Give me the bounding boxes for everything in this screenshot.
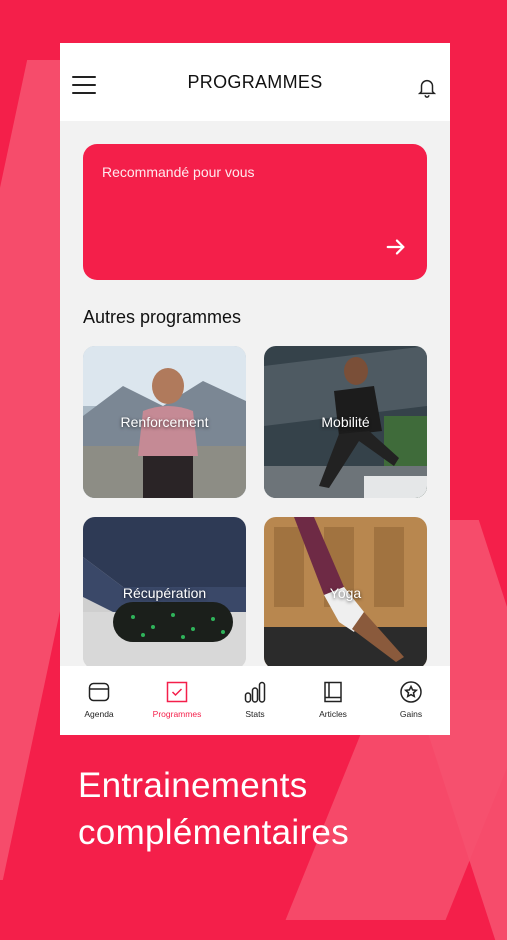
- hamburger-menu-icon[interactable]: [72, 76, 96, 94]
- tab-gains[interactable]: Gains: [372, 666, 450, 735]
- calendar-icon: [88, 682, 110, 702]
- star-badge-icon: [400, 681, 422, 703]
- promo-line-1: Entrainements: [78, 766, 308, 805]
- program-card-mobilite[interactable]: Mobilité: [264, 346, 427, 498]
- tab-stats[interactable]: Stats: [216, 666, 294, 735]
- tab-label: Stats: [245, 709, 265, 719]
- program-card-recuperation[interactable]: Récupération: [83, 517, 246, 669]
- promo-line-2: complémentaires: [78, 813, 349, 852]
- bell-icon[interactable]: [416, 75, 438, 99]
- tab-label: Agenda: [84, 709, 114, 719]
- program-card-renforcement[interactable]: Renforcement: [83, 346, 246, 498]
- tab-articles[interactable]: Articles: [294, 666, 372, 735]
- program-label: Renforcement: [120, 414, 209, 430]
- program-label: Yoga: [329, 585, 362, 601]
- arrow-right-icon: [386, 239, 405, 255]
- tab-programmes[interactable]: Programmes: [138, 666, 216, 735]
- top-bar: PROGRAMMES: [60, 43, 450, 121]
- tab-agenda[interactable]: Agenda: [60, 666, 138, 735]
- tab-label: Gains: [399, 709, 423, 719]
- recommended-card[interactable]: Recommandé pour vous: [83, 144, 427, 280]
- phone-screen: PROGRAMMES Recommandé pour vous Autres p…: [60, 43, 450, 735]
- program-label: Récupération: [122, 585, 207, 601]
- tab-label: Programmes: [152, 709, 202, 719]
- tab-label: Articles: [319, 709, 347, 719]
- bottom-tab-bar: Agenda Programmes Stats Articles Gains: [60, 666, 450, 735]
- page-title: PROGRAMMES: [187, 71, 323, 92]
- program-label: Mobilité: [321, 414, 370, 430]
- section-title: Autres programmes: [83, 307, 242, 327]
- recommended-label: Recommandé pour vous: [102, 164, 255, 180]
- program-card-yoga[interactable]: Yoga: [264, 517, 427, 669]
- promo-headline: Entrainements complémentaires: [78, 762, 349, 856]
- checkbox-icon: [166, 681, 188, 703]
- bar-chart-icon: [244, 681, 266, 703]
- book-icon: [324, 681, 342, 703]
